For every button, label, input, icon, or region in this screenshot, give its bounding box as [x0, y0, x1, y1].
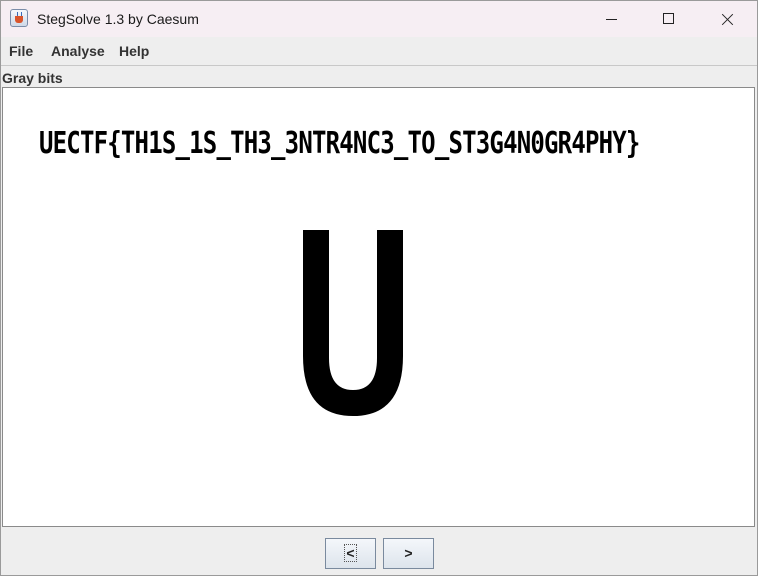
- image-view: UECTF{TH1S_1S_TH3_3NTR4NC3_TO_ST3G4N0GR4…: [2, 87, 755, 527]
- window-title: StegSolve 1.3 by Caesum: [37, 11, 199, 27]
- minimize-icon: [606, 19, 617, 20]
- next-button[interactable]: >: [383, 538, 434, 569]
- menu-file[interactable]: File: [9, 43, 33, 59]
- stegsolve-window: StegSolve 1.3 by Caesum File Analyse Hel…: [0, 0, 758, 576]
- hidden-flag-text: UECTF{TH1S_1S_TH3_3NTR4NC3_TO_ST3G4N0GR4…: [39, 126, 640, 161]
- large-u-glyph: [303, 230, 403, 416]
- maximize-icon: [663, 13, 674, 24]
- menu-help[interactable]: Help: [119, 43, 149, 59]
- previous-button-label: <: [344, 544, 357, 562]
- previous-button[interactable]: <: [325, 538, 376, 569]
- next-button-label: >: [404, 545, 413, 561]
- maximize-button[interactable]: [641, 1, 699, 37]
- java-cup-icon: [10, 9, 28, 27]
- menu-analyse[interactable]: Analyse: [51, 43, 105, 59]
- title-bar[interactable]: StegSolve 1.3 by Caesum: [1, 1, 757, 37]
- close-icon: [721, 13, 734, 26]
- plane-label: Gray bits: [2, 70, 63, 86]
- menu-divider: [1, 65, 757, 66]
- menu-bar: File Analyse Help: [1, 37, 757, 65]
- minimize-button[interactable]: [583, 1, 641, 37]
- close-button[interactable]: [699, 1, 757, 37]
